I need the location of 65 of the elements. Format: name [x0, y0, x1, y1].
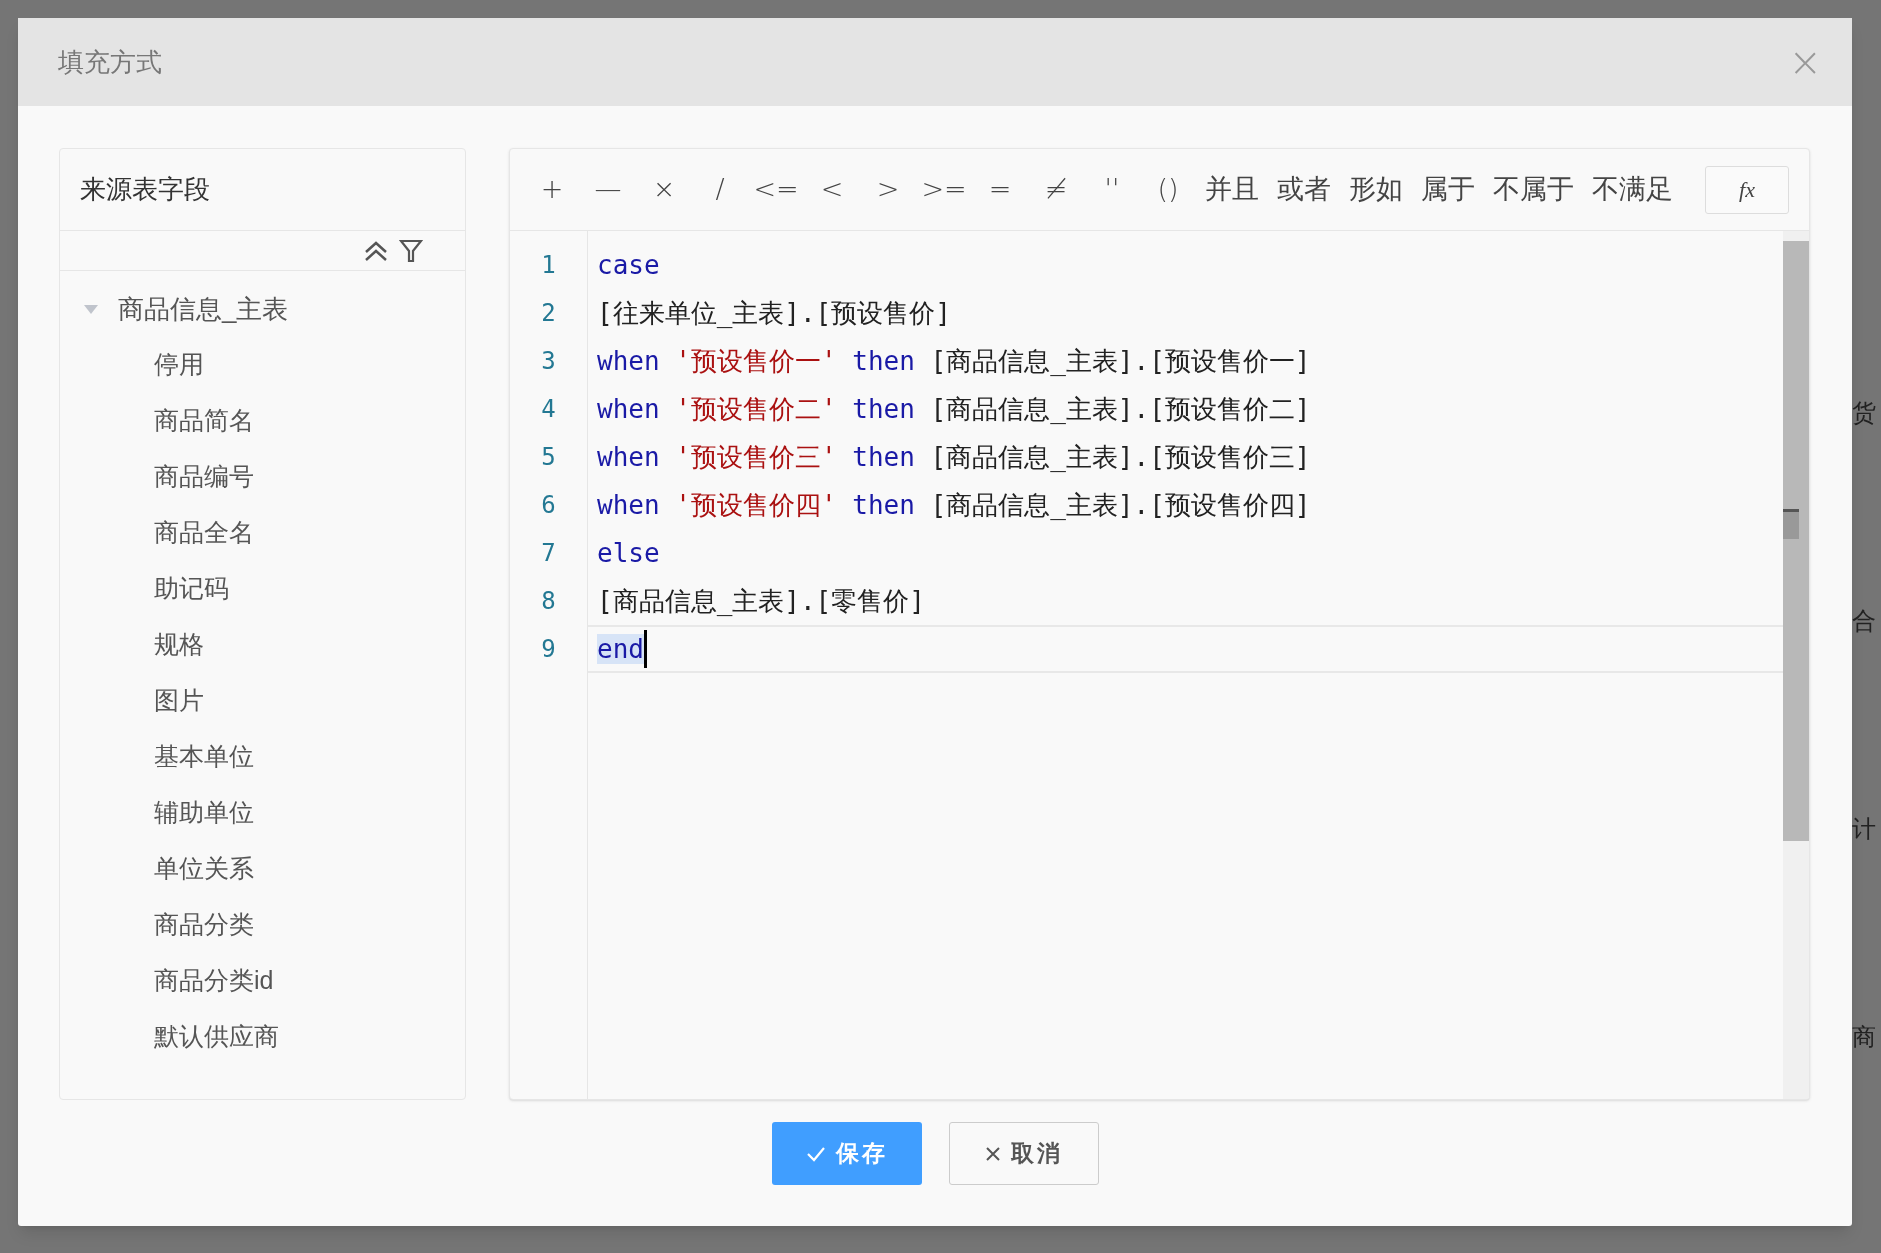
tree-item[interactable]: 基本单位 — [154, 738, 254, 776]
line-number: 5 — [540, 442, 557, 473]
operator-button[interactable]: 不满足 — [1583, 169, 1682, 210]
collapse-all-icon[interactable] — [363, 239, 389, 262]
operator-button[interactable]: < — [804, 169, 860, 210]
text-cursor — [643, 630, 647, 668]
panel-title: 来源表字段 — [80, 173, 210, 206]
expand-caret-icon[interactable] — [84, 304, 98, 314]
check-icon — [805, 1145, 826, 1162]
tree-item[interactable]: 图片 — [154, 682, 204, 720]
tree-item[interactable]: 规格 — [154, 626, 204, 664]
tree-item[interactable]: 默认供应商 — [154, 1018, 279, 1056]
tree-item[interactable]: 停用 — [154, 346, 204, 384]
close-icon — [984, 1145, 1001, 1162]
operator-button[interactable]: <= — [748, 169, 804, 210]
line-number: 1 — [540, 250, 557, 281]
code-line: case — [597, 248, 660, 282]
operator-button[interactable]: / — [692, 169, 748, 210]
operator-button[interactable]: ≠ — [1028, 169, 1084, 210]
operator-button[interactable]: × — [636, 169, 692, 210]
tree-item[interactable]: 商品分类 — [154, 906, 254, 944]
line-number: 9 — [540, 634, 557, 665]
line-number: 8 — [540, 586, 557, 617]
tree-item[interactable]: 商品全名 — [154, 514, 254, 552]
tree-item[interactable]: 单位关系 — [154, 850, 254, 888]
tree-item[interactable]: 商品信息_主表 — [118, 289, 289, 329]
code-line: [往来单位_主表].[预设售价] — [597, 296, 951, 330]
operator-button[interactable]: 或者 — [1268, 169, 1340, 210]
filter-icon[interactable] — [399, 238, 423, 263]
operator-button[interactable]: 并且 — [1196, 169, 1268, 210]
tree-item[interactable]: 商品分类id — [154, 962, 274, 1000]
line-number: 2 — [540, 298, 557, 329]
background-text: 货 — [1852, 398, 1877, 428]
operator-button[interactable]: 属于 — [1412, 169, 1484, 210]
line-number: 6 — [540, 490, 557, 521]
line-number: 7 — [540, 538, 557, 569]
function-button[interactable]: fx — [1705, 165, 1789, 214]
code-line: [商品信息_主表].[零售价] — [597, 584, 925, 618]
code-line: when '预设售价二' then [商品信息_主表].[预设售价二] — [597, 392, 1311, 426]
operator-button[interactable]: >= — [916, 169, 972, 210]
line-number: 3 — [540, 346, 557, 377]
operator-button[interactable]: > — [860, 169, 916, 210]
scrollbar-thumb[interactable] — [1783, 241, 1809, 841]
tree-item[interactable]: 助记码 — [154, 570, 229, 608]
background-text: 商 — [1852, 1022, 1877, 1052]
dialog-title: 填充方式 — [58, 45, 162, 79]
code-line: when '预设售价一' then [商品信息_主表].[预设售价一] — [597, 344, 1311, 378]
cancel-button[interactable]: 取消 — [948, 1122, 1099, 1185]
code-line: else — [597, 536, 660, 570]
tree-item[interactable]: 商品简名 — [154, 402, 254, 440]
background-text: 合 — [1852, 606, 1877, 636]
tree-item[interactable]: 辅助单位 — [154, 794, 254, 832]
operator-button[interactable]: — — [580, 169, 636, 210]
operator-button[interactable]: 不属于 — [1484, 169, 1583, 210]
operator-button[interactable]: + — [524, 169, 580, 210]
operator-button[interactable]: = — [972, 169, 1028, 210]
scrollbar[interactable] — [1783, 231, 1809, 1099]
code-line: when '预设售价四' then [商品信息_主表].[预设售价四] — [597, 488, 1311, 522]
code-line: when '预设售价三' then [商品信息_主表].[预设售价三] — [597, 440, 1311, 474]
operator-button[interactable]: '' — [1084, 169, 1140, 210]
line-number: 4 — [540, 394, 557, 425]
operator-button[interactable]: () — [1140, 169, 1196, 210]
background-text: 计 — [1852, 814, 1877, 844]
tree-item[interactable]: 商品编号 — [154, 458, 254, 496]
operator-button[interactable]: 形如 — [1340, 169, 1412, 210]
